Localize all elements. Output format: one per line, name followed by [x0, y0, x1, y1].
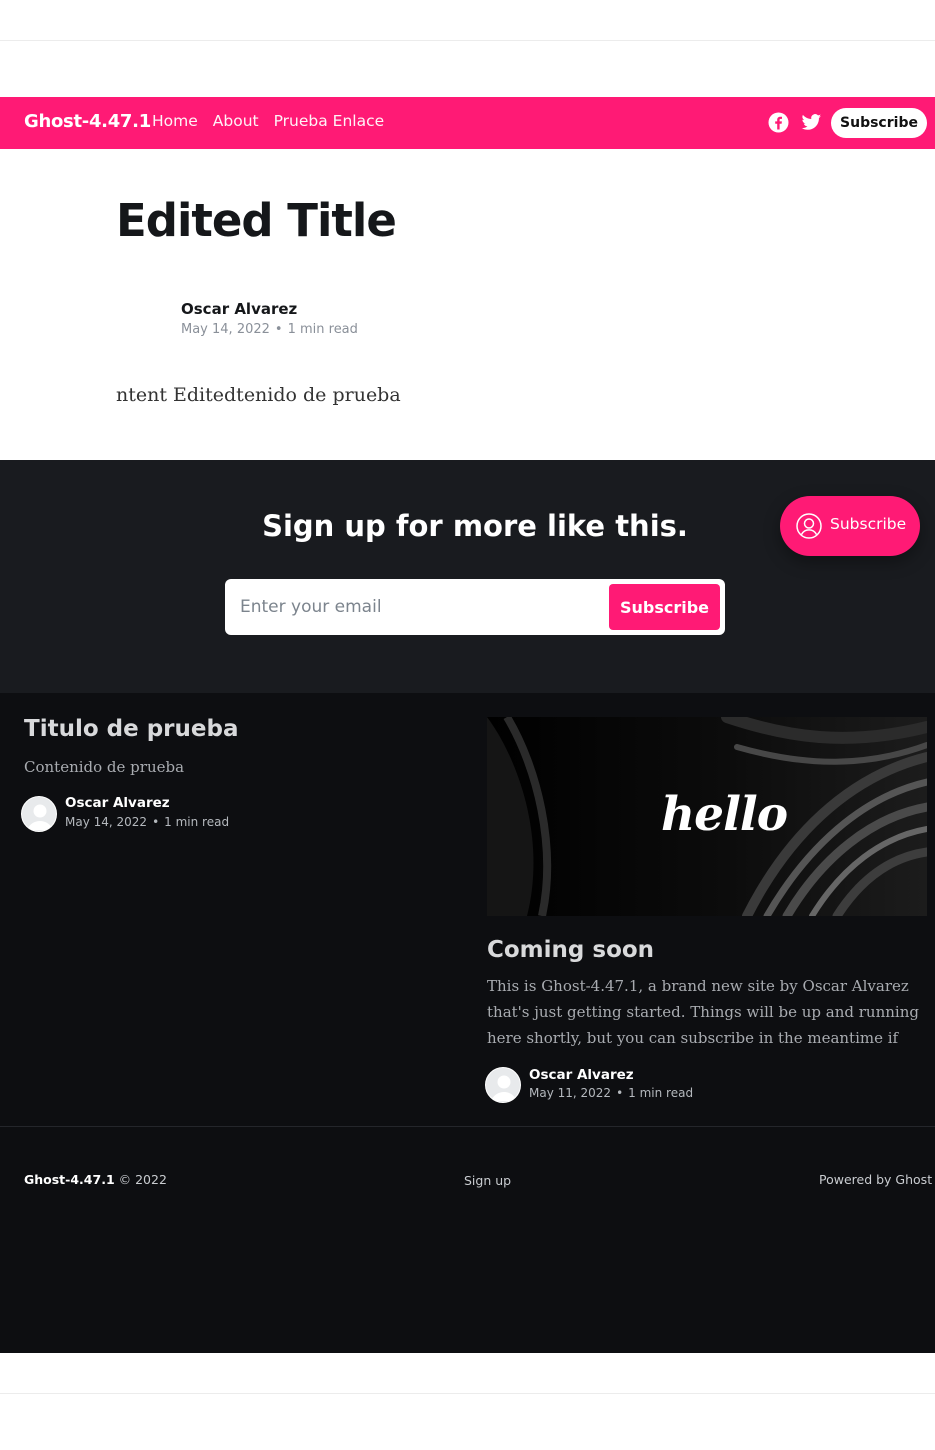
nav-home[interactable]: Home	[152, 112, 198, 130]
avatar	[485, 1067, 521, 1103]
footer-divider	[0, 1126, 935, 1127]
meta-separator: •	[616, 1086, 624, 1100]
article-date: May 14, 2022	[181, 322, 270, 337]
main-nav: Home About Prueba Enlace	[152, 112, 384, 130]
meta-separator: •	[274, 322, 283, 337]
meta-separator: •	[152, 815, 160, 829]
footer-copyright: Ghost-4.47.1 © 2022	[24, 1172, 167, 1187]
article-author[interactable]: Oscar Alvarez	[181, 300, 297, 318]
footer-powered-by-link[interactable]: Powered by Ghost	[819, 1172, 932, 1187]
social-links	[768, 112, 822, 133]
article-content: ntent Editedtenido de prueba	[116, 384, 401, 406]
email-input[interactable]	[225, 579, 595, 635]
post-card-meta: May 14, 2022 • 1 min read	[65, 815, 229, 829]
post-card-excerpt: Contenido de prueba	[24, 758, 185, 776]
nav-prueba-enlace[interactable]: Prueba Enlace	[274, 112, 385, 130]
post-feature-image[interactable]: hello	[487, 717, 927, 916]
post-card-meta: May 11, 2022 • 1 min read	[529, 1086, 693, 1100]
footer-signup-link[interactable]: Sign up	[464, 1173, 511, 1188]
signup-section	[0, 460, 935, 693]
bottom-divider	[0, 1393, 935, 1394]
nav-about[interactable]: About	[213, 112, 259, 130]
article-read-time: 1 min read	[287, 322, 358, 337]
footer-copyright-text: © 2022	[118, 1172, 167, 1187]
post-card-read-time: 1 min read	[628, 1086, 694, 1100]
post-card-read-time: 1 min read	[164, 815, 230, 829]
footer-brand-link[interactable]: Ghost-4.47.1	[24, 1172, 115, 1187]
post-card-date: May 11, 2022	[529, 1086, 612, 1100]
article-title: Edited Title	[116, 194, 397, 247]
portal-subscribe-button[interactable]: Subscribe	[780, 496, 920, 556]
signup-form: Subscribe	[225, 579, 725, 635]
twitter-icon[interactable]	[801, 112, 822, 133]
post-card-author[interactable]: Oscar Alvarez	[65, 795, 170, 811]
site-brand-link[interactable]: Ghost-4.47.1	[24, 111, 151, 132]
post-card-date: May 14, 2022	[65, 815, 148, 829]
signup-subscribe-button[interactable]: Subscribe	[609, 584, 720, 630]
article-meta: May 14, 2022 • 1 min read	[181, 322, 358, 337]
avatar	[21, 796, 57, 832]
top-divider	[0, 40, 935, 41]
post-card-author[interactable]: Oscar Alvarez	[529, 1067, 634, 1083]
post-card-title[interactable]: Coming soon	[487, 937, 654, 963]
site-header: Ghost-4.47.1 Home About Prueba Enlace	[0, 97, 935, 149]
portal-subscribe-label: Subscribe	[830, 515, 907, 533]
feature-image-text: hello	[661, 787, 788, 842]
header-subscribe-button[interactable]: Subscribe	[831, 108, 927, 138]
facebook-icon[interactable]	[768, 112, 789, 133]
user-circle-icon	[796, 513, 822, 539]
post-card-excerpt: This is Ghost-4.47.1, a brand new site b…	[487, 977, 919, 1047]
post-card-title[interactable]: Titulo de prueba	[24, 716, 238, 742]
